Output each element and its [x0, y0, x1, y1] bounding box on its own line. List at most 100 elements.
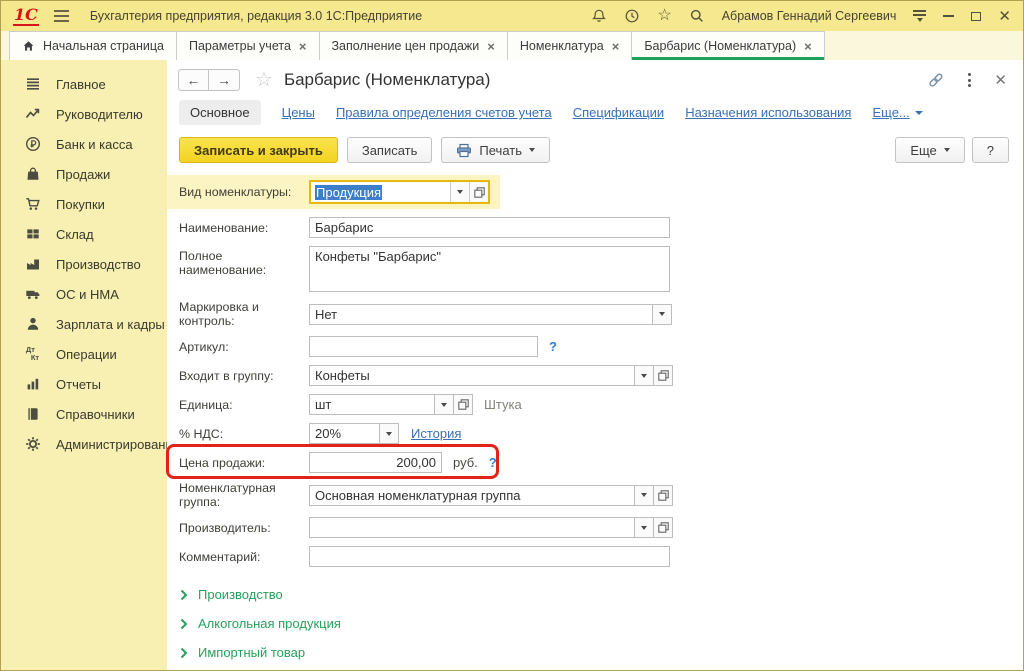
form-fields: Вид номенклатуры: Продукция Наименование…	[167, 173, 1023, 575]
field-row-sale-price: Цена продажи: руб. ?	[179, 452, 1023, 473]
form-header: ← → ☆ Барбарис (Номенклатура) ✕	[167, 60, 1023, 95]
print-button[interactable]: Печать	[441, 137, 550, 163]
nav-link-prices[interactable]: Цены	[282, 105, 315, 120]
main-menu-icon[interactable]	[54, 10, 69, 22]
dropdown-button[interactable]	[380, 423, 399, 444]
nav-tab-main[interactable]: Основное	[179, 100, 261, 125]
chevron-right-icon	[180, 618, 188, 630]
vat-input[interactable]	[309, 423, 380, 444]
tab-home[interactable]: Начальная страница	[9, 31, 177, 60]
open-list-button[interactable]	[454, 394, 473, 415]
vat-history-link[interactable]: История	[411, 426, 461, 441]
dropdown-button[interactable]	[635, 485, 654, 506]
favorites-star-icon[interactable]: ☆	[657, 8, 671, 24]
app-window: 1С Бухгалтерия предприятия, редакция 3.0…	[0, 0, 1024, 671]
more-button[interactable]: Еще	[895, 137, 964, 163]
printer-icon	[456, 143, 472, 158]
close-tab-icon[interactable]: ×	[299, 40, 307, 53]
close-window-button[interactable]: ✕	[998, 9, 1011, 24]
open-list-button[interactable]	[654, 365, 673, 386]
search-icon[interactable]	[689, 8, 705, 24]
sidebar-item-production[interactable]: Производство	[1, 249, 167, 279]
chevron-down-icon	[944, 148, 950, 152]
sidebar-item-purchases[interactable]: Покупки	[1, 189, 167, 219]
minimize-button[interactable]	[943, 15, 954, 17]
field-row-marking: Маркировка и контроль:	[179, 300, 1023, 328]
truck-icon	[24, 286, 41, 302]
tab-bar: Начальная страница Параметры учета × Зап…	[1, 31, 1023, 60]
tab-nomenclature[interactable]: Номенклатура ×	[507, 31, 632, 60]
sidebar-item-fixed-assets[interactable]: ОС и НМА	[1, 279, 167, 309]
close-tab-icon[interactable]: ×	[487, 40, 495, 53]
sidebar-item-directories[interactable]: Справочники	[1, 399, 167, 429]
help-button[interactable]: ?	[972, 137, 1009, 163]
save-and-close-button[interactable]: Записать и закрыть	[179, 137, 338, 163]
sidebar-item-reports[interactable]: Отчеты	[1, 369, 167, 399]
dropdown-button[interactable]	[653, 304, 672, 325]
tab-fill-sale-prices[interactable]: Заполнение цен продажи ×	[319, 31, 508, 60]
sidebar-item-salary-hr[interactable]: Зарплата и кадры	[1, 309, 167, 339]
tab-barbaris-nomenclature[interactable]: Барбарис (Номенклатура) ×	[631, 31, 824, 60]
article-input[interactable]	[309, 336, 538, 357]
close-tab-icon[interactable]: ×	[612, 40, 620, 53]
help-icon[interactable]: ?	[489, 455, 497, 470]
person-icon	[24, 316, 41, 332]
nav-link-account-rules[interactable]: Правила определения счетов учета	[336, 105, 552, 120]
marking-input[interactable]	[309, 304, 653, 325]
get-link-icon[interactable]	[927, 72, 945, 88]
close-form-icon[interactable]: ✕	[994, 73, 1007, 88]
section-alcohol-products[interactable]: Алкогольная продукция	[180, 616, 1023, 631]
sidebar-item-administration[interactable]: Администрирование	[1, 429, 167, 459]
parent-group-input[interactable]	[309, 365, 635, 386]
sidebar-item-bank-cash[interactable]: Банк и касса	[1, 129, 167, 159]
maximize-button[interactable]	[971, 12, 981, 21]
history-icon[interactable]	[624, 8, 640, 24]
field-label: Полное наименование:	[179, 246, 309, 277]
sidebar-item-warehouse[interactable]: Склад	[1, 219, 167, 249]
manufacturer-input[interactable]	[309, 517, 635, 538]
nav-link-specifications[interactable]: Спецификации	[573, 105, 665, 120]
dropdown-button[interactable]	[635, 365, 654, 386]
back-button[interactable]: ←	[178, 69, 209, 91]
sidebar-item-label: Производство	[56, 257, 141, 272]
open-list-button[interactable]	[469, 182, 488, 202]
field-label: Производитель:	[179, 521, 309, 535]
unit-input[interactable]	[309, 394, 435, 415]
nomenclature-group-input[interactable]	[309, 485, 635, 506]
section-imported-goods[interactable]: Импортный товар	[180, 645, 1023, 660]
save-button[interactable]: Записать	[347, 137, 433, 163]
notifications-bell-icon[interactable]	[591, 8, 607, 24]
more-menu-icon[interactable]	[966, 71, 973, 89]
dropdown-button[interactable]	[435, 394, 454, 415]
full-name-textarea[interactable]: Конфеты "Барбарис"	[309, 246, 670, 292]
shopping-cart-icon	[24, 196, 41, 212]
section-production[interactable]: Производство	[180, 587, 1023, 602]
sidebar-item-manager[interactable]: Руководителю	[1, 99, 167, 129]
field-row-nomenclature-group: Номенклатурная группа:	[179, 481, 1023, 509]
favorite-star-icon[interactable]: ☆	[255, 70, 273, 90]
sidebar-item-operations[interactable]: ДтКт Операции	[1, 339, 167, 369]
help-icon[interactable]: ?	[549, 339, 557, 354]
field-row-parent-group: Входит в группу:	[179, 365, 1023, 386]
name-input[interactable]	[309, 217, 670, 238]
forward-button[interactable]: →	[209, 69, 240, 91]
dropdown-button[interactable]	[635, 517, 654, 538]
service-settings-icon[interactable]	[913, 10, 926, 22]
tab-accounting-parameters[interactable]: Параметры учета ×	[176, 31, 320, 60]
kind-select-field[interactable]: Продукция	[309, 180, 490, 204]
chevron-down-icon	[915, 111, 923, 115]
close-tab-icon[interactable]: ×	[804, 40, 812, 53]
sale-price-input[interactable]	[309, 452, 442, 473]
dropdown-button[interactable]	[450, 182, 469, 202]
nav-more-link[interactable]: Еще...	[872, 105, 922, 120]
current-user[interactable]: Абрамов Геннадий Сергеевич	[722, 9, 897, 23]
selected-text: Продукция	[315, 185, 382, 200]
nav-link-usage-purposes[interactable]: Назначения использования	[685, 105, 851, 120]
sidebar-item-sales[interactable]: Продажи	[1, 159, 167, 189]
comment-input[interactable]	[309, 546, 670, 567]
chevron-right-icon	[180, 647, 188, 659]
open-list-button[interactable]	[654, 517, 673, 538]
open-list-button[interactable]	[654, 485, 673, 506]
titlebar: 1С Бухгалтерия предприятия, редакция 3.0…	[1, 1, 1023, 31]
sidebar-item-main[interactable]: Главное	[1, 69, 167, 99]
